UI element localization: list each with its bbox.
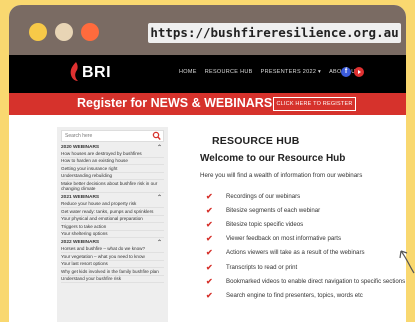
sidebar-item[interactable]: Why get kids involved in the family bush… [61,268,164,276]
sidebar-item[interactable]: Your sheltering options [61,231,164,239]
list-item: ✔ Actions viewers will take as a result o… [206,248,365,258]
youtube-icon[interactable] [354,67,364,77]
hand-drawn-arrow-icon [399,250,415,274]
site-logo[interactable]: BRI [69,61,111,83]
search-icon[interactable] [152,131,161,141]
list-item: ✔ Transcripts to read or print [206,262,298,272]
checkmark-icon: ✔ [206,219,213,229]
list-item: ✔ Bitesize segments of each webinar [206,205,321,215]
browser-window: https://bushfireresilience.org.au BRI HO… [9,5,406,322]
checkmark-icon: ✔ [206,234,213,244]
checkmark-icon: ✔ [206,191,213,201]
welcome-heading: Welcome to our Resource Hub [200,153,346,164]
sidebar-item[interactable]: Reduce your house and property risk [61,200,164,208]
banner-title: Register for NEWS & WEBINARS [77,96,273,110]
page-content: Search here 2020 WEBINARS ⌃ How houses ar… [9,115,406,322]
page-title: RESOURCE HUB [212,135,300,147]
nav-presenters-link[interactable]: PRESENTERS 2022 ▾ [261,69,321,75]
list-item: ✔ Recordings of our webinars [206,191,301,201]
social-links: f [341,67,364,77]
sidebar-item[interactable]: Make better decisions about bushfire ris… [61,180,164,194]
sidebar-item[interactable]: Triggers to take action [61,223,164,231]
checkmark-icon: ✔ [206,248,213,258]
chevron-up-icon: ⌃ [156,240,162,247]
feature-list: ✔ Recordings of our webinars ✔ Bitesize se… [206,189,405,303]
facebook-icon[interactable]: f [341,67,351,77]
sidebar-item[interactable]: Understanding rebuilding [61,173,164,181]
checkmark-icon: ✔ [206,205,213,215]
main-nav: HOME RESOURCE HUB PRESENTERS 2022 ▾ ABOU… [179,69,360,75]
section-2020-webinars[interactable]: 2020 WEBINARS ⌃ [61,145,164,151]
list-item: ✔ Bitesize topic specific videos [206,219,304,229]
flame-icon [69,61,81,83]
register-button[interactable]: CLICK HERE TO REGISTER [273,97,356,111]
checkmark-icon: ✔ [206,262,213,272]
search-input[interactable]: Search here [65,133,92,139]
checkmark-icon: ✔ [206,276,213,286]
sidebar-item[interactable]: Understand your bushfire risk [61,276,164,284]
section-2022-webinars[interactable]: 2022 WEBINARS ⌃ [61,240,164,247]
sidebar-item[interactable]: Your vegetation – what you need to know [61,253,164,261]
site-navbar: BRI HOME RESOURCE HUB PRESENTERS 2022 ▾ … [9,55,406,93]
sidebar-item[interactable]: Horses and bushfire – what do we know? [61,245,164,253]
list-item: ✔ Search engine to find presenters, topic… [206,290,363,300]
search-field[interactable]: Search here [61,130,164,142]
nav-resource-hub-link[interactable]: RESOURCE HUB [205,69,253,75]
nav-home-link[interactable]: HOME [179,69,197,75]
window-minimize-button[interactable] [29,23,47,41]
webinar-sidebar: Search here 2020 WEBINARS ⌃ How houses ar… [57,127,168,322]
chevron-up-icon: ⌃ [156,195,162,202]
sidebar-item[interactable]: Your physical and emotional preparation [61,216,164,224]
logo-text: BRI [82,64,112,81]
window-maximize-button[interactable] [55,23,73,41]
address-bar[interactable]: https://bushfireresilience.org.au [148,23,401,43]
list-item: ✔ Bookmarked videos to enable direct navi… [206,276,406,286]
register-banner: Register for NEWS & WEBINARS CLICK HERE … [9,93,406,115]
sidebar-item[interactable]: Your last resort options [61,261,164,269]
chevron-up-icon: ⌃ [156,145,162,151]
sidebar-item[interactable]: How to harden an existing house [61,158,164,166]
sidebar-item[interactable]: How houses are destroyed by bushfires [61,150,164,158]
window-close-button[interactable] [81,23,99,41]
checkmark-icon: ✔ [206,290,213,300]
section-2021-webinars[interactable]: 2021 WEBINARS ⌃ [61,195,164,202]
sidebar-item[interactable]: Getting your insurance right [61,165,164,173]
list-item: ✔ Viewer feedback on most informative par… [206,234,342,244]
browser-titlebar: https://bushfireresilience.org.au [9,5,406,55]
sidebar-item[interactable]: Get water ready: tanks, pumps and sprink… [61,208,164,216]
intro-text: Here you will find a wealth of informati… [200,172,363,179]
